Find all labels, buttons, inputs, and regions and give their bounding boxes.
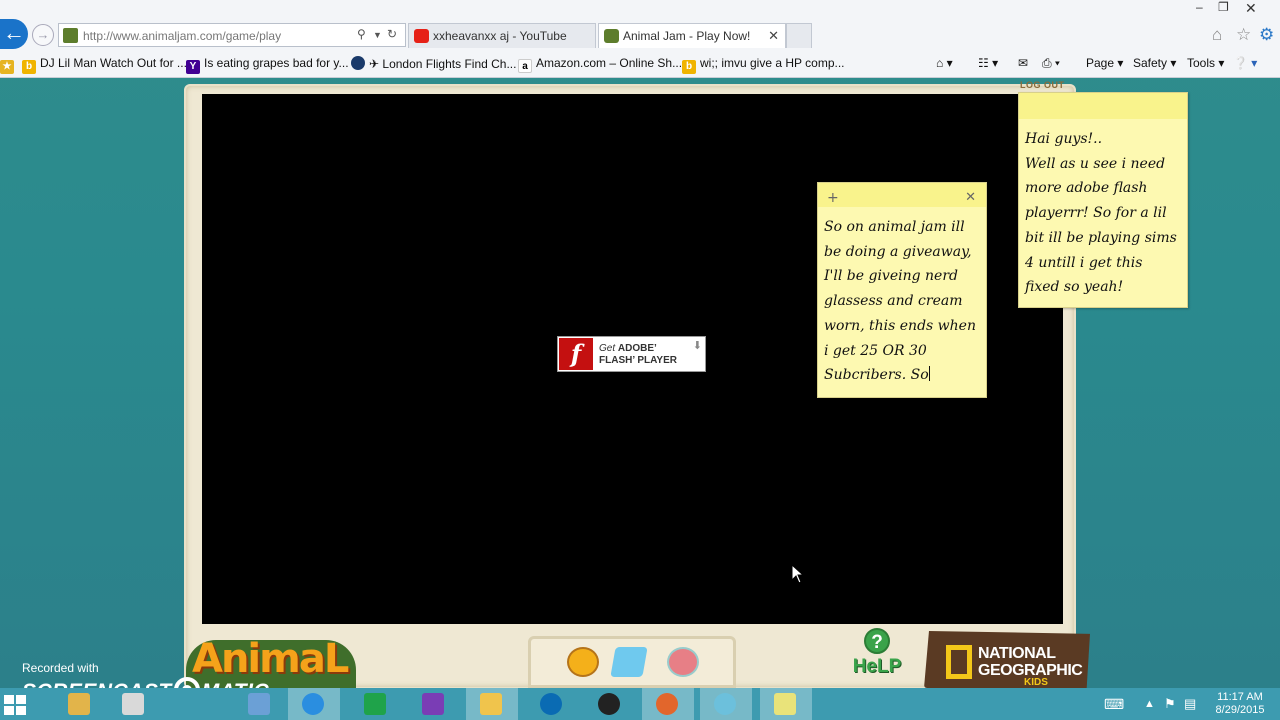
print-icon[interactable]: ⎙ ▾	[1042, 56, 1060, 71]
dropdown-arrow-icon[interactable]: ▼	[373, 30, 382, 40]
mail-icon[interactable]: ✉	[1018, 56, 1028, 70]
tab-label: xxheavanxx aj - YouTube	[433, 29, 567, 43]
close-note-icon[interactable]: ✕	[965, 186, 976, 211]
close-window-button[interactable]: ✕	[1245, 0, 1257, 17]
tab-youtube[interactable]: xxheavanxx aj - YouTube	[408, 23, 596, 48]
sticky-note-header: + ✕	[818, 183, 986, 207]
refresh-icon[interactable]: ↻	[387, 27, 397, 41]
back-button[interactable]: ←	[0, 19, 28, 49]
circle-app-icon	[714, 693, 736, 715]
favorites-icon[interactable]: ★	[0, 56, 18, 74]
address-bar[interactable]: http://www.animaljam.com/game/play ⚲ ▼ ↻	[58, 23, 406, 47]
taskbar-app[interactable]	[700, 688, 752, 720]
animal-jam-icon	[604, 29, 619, 43]
restore-button[interactable]: ❐	[1218, 0, 1229, 14]
globe-icon	[351, 56, 365, 70]
mouse-cursor-icon	[791, 564, 805, 584]
settings-gear-icon[interactable]: ⚙	[1259, 25, 1274, 45]
favorite-link[interactable]: b DJ Lil Man Watch Out for ...	[22, 56, 187, 74]
show-hidden-icons-icon[interactable]: ▲	[1144, 698, 1155, 710]
safety-menu[interactable]: Safety ▾	[1133, 56, 1176, 70]
taskbar-app[interactable]	[760, 688, 812, 720]
taskbar-app[interactable]	[350, 688, 402, 720]
recorded-with-label: Recorded with	[22, 661, 99, 675]
diamond-icon[interactable]	[610, 647, 648, 677]
paw-icon[interactable]	[567, 647, 599, 677]
natgeo-border-icon	[946, 645, 972, 679]
help-button[interactable]: ? HeLP	[851, 628, 903, 688]
action-center-flag-icon[interactable]: ⚑	[1164, 696, 1176, 712]
favorites-bar: ★ b DJ Lil Man Watch Out for ... Y Is eati…	[0, 52, 1280, 74]
photos-icon	[422, 693, 444, 715]
get-adobe-flash-button[interactable]: f Get ADOBE’ FLASH’ PLAYER ⬇	[557, 336, 706, 372]
taskbar-app[interactable]	[642, 688, 694, 720]
game-toolbar-panel	[528, 636, 736, 688]
download-arrow-icon: ⬇	[692, 340, 702, 352]
webcam-icon	[598, 693, 620, 715]
help-menu-icon[interactable]: ❔ ▾	[1233, 56, 1257, 70]
tab-label: Animal Jam - Play Now!	[623, 29, 751, 43]
favorite-link[interactable]: a Amazon.com – Online Sh...	[518, 56, 682, 73]
taskbar-app[interactable]	[54, 688, 106, 720]
close-tab-icon[interactable]: ✕	[768, 28, 779, 44]
taskbar: ⌨ ▲ ⚑ ▤ 11:17 AM 8/29/2015	[0, 688, 1280, 720]
sticky-note-header	[1019, 93, 1187, 119]
home-icon[interactable]: ⌂	[1212, 25, 1222, 45]
home-command-icon[interactable]: ⌂ ▾	[936, 56, 953, 70]
sticky-note[interactable]: Hai guys!.. Well as u see i need more ad…	[1018, 92, 1188, 308]
page-menu[interactable]: Page ▾	[1086, 56, 1123, 70]
address-url[interactable]: http://www.animaljam.com/game/play	[83, 29, 281, 43]
flash-logo-icon: f	[559, 338, 593, 370]
bing-icon: b	[22, 60, 36, 74]
minimize-button[interactable]: –	[1196, 0, 1203, 14]
taskbar-app[interactable]	[526, 688, 578, 720]
favorite-link[interactable]: ✈ London Flights Find Ch...	[351, 56, 516, 71]
internet-explorer-icon	[302, 693, 324, 715]
tab-animal-jam[interactable]: Animal Jam - Play Now! ✕	[598, 23, 786, 48]
text-caret	[928, 366, 930, 382]
taskbar-app[interactable]	[408, 688, 460, 720]
start-button[interactable]	[4, 695, 26, 715]
favorites-star-icon[interactable]: ☆	[1236, 25, 1251, 45]
animal-jam-favicon	[63, 28, 78, 43]
folder-icon	[480, 693, 502, 715]
amazon-icon: a	[518, 59, 532, 73]
network-icon[interactable]: ▤	[1184, 696, 1196, 712]
add-note-icon[interactable]: +	[827, 186, 839, 211]
pc-icon	[248, 693, 270, 715]
browser-chrome: – ❐ ✕ ← → http://www.animaljam.com/game/…	[0, 0, 1280, 78]
forward-button[interactable]: →	[32, 24, 54, 46]
bing-icon: b	[682, 60, 696, 74]
favorite-link[interactable]: Y Is eating grapes bad for y...	[186, 56, 349, 74]
sticky-note-text[interactable]: Hai guys!.. Well as u see i need more ad…	[1019, 119, 1187, 300]
gems-icon[interactable]	[667, 647, 699, 677]
taskbar-app[interactable]	[466, 688, 518, 720]
logout-link[interactable]: LOG OUT	[1020, 80, 1065, 90]
tools-menu[interactable]: Tools ▾	[1187, 56, 1224, 70]
hp-icon	[540, 693, 562, 715]
new-tab-button[interactable]	[786, 23, 812, 48]
search-icon[interactable]: ⚲	[357, 27, 366, 41]
yahoo-icon: Y	[186, 60, 200, 74]
question-icon: ?	[864, 628, 890, 654]
system-clock[interactable]: 11:17 AM 8/29/2015	[1206, 691, 1274, 717]
favorite-link[interactable]: b wi;; imvu give a HP comp...	[682, 56, 845, 74]
youtube-icon	[414, 29, 429, 43]
keyboard-icon[interactable]: ⌨	[1104, 696, 1124, 713]
taskbar-app[interactable]	[108, 688, 160, 720]
sticky-note[interactable]: + ✕ So on animal jam ill be doing a give…	[817, 182, 987, 398]
national-geographic-kids-logo[interactable]: NATIONAL GEOGRAPHIC KIDS	[924, 631, 1090, 688]
sticky-notes-icon	[774, 693, 796, 715]
taskbar-app[interactable]	[234, 688, 286, 720]
taskbar-app[interactable]	[584, 688, 636, 720]
file-explorer-icon	[68, 693, 90, 715]
back-arrow-icon: ←	[3, 20, 25, 45]
taskbar-app[interactable]	[288, 688, 340, 720]
feeds-icon[interactable]: ☷ ▾	[978, 56, 998, 70]
sticky-note-text[interactable]: So on animal jam ill be doing a giveaway…	[818, 207, 986, 388]
document-icon	[122, 693, 144, 715]
store-icon	[364, 693, 386, 715]
media-icon	[656, 693, 678, 715]
forward-arrow-icon: →	[36, 27, 50, 42]
